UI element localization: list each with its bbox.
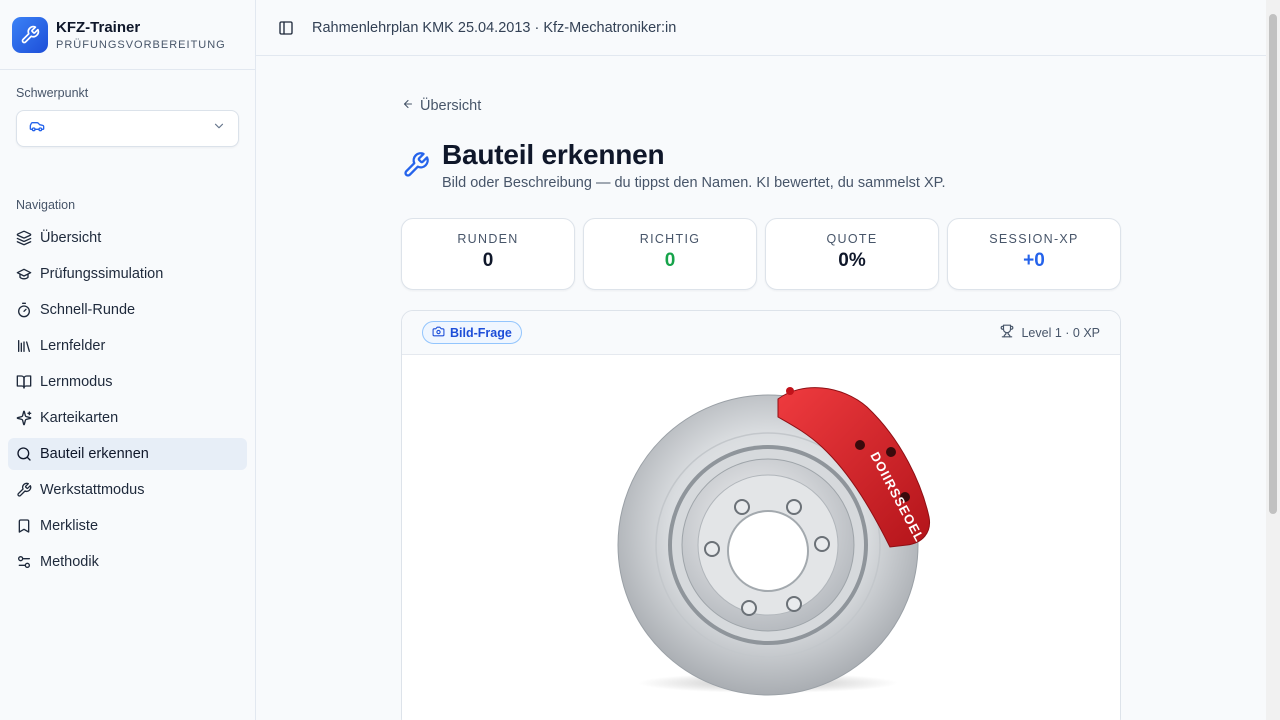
stat-quote: QUOTE 0% — [765, 218, 939, 290]
badge-label: Bild-Frage — [450, 325, 512, 340]
level-indicator: Level 1 · 0 XP — [1000, 324, 1100, 341]
focus-select[interactable] — [16, 110, 239, 147]
page-subtitle: Bild oder Beschreibung — du tippst den N… — [442, 175, 946, 191]
topbar: Rahmenlehrplan KMK 25.04.2013 · Kfz-Mech… — [256, 0, 1266, 56]
sidebar-item-label: Übersicht — [40, 230, 102, 246]
sidebar: KFZ-Trainer PRÜFUNGSVORBEREITUNG Schwerp… — [0, 0, 256, 720]
sidebar-item-label: Karteikarten — [40, 410, 119, 426]
sidebar-item-label: Methodik — [40, 554, 99, 570]
wrench-logo-icon — [12, 16, 48, 53]
scrollbar-thumb[interactable] — [1269, 14, 1277, 514]
stat-label: SESSION-XP — [989, 232, 1079, 246]
sidebar-item-label: Werkstattmodus — [40, 482, 145, 498]
stats-row: RUNDEN 0 RICHTIG 0 QUOTE 0% SESSION-XP +… — [401, 218, 1121, 290]
app-title: KFZ-Trainer — [56, 18, 141, 36]
sidebar-item-label: Schnell-Runde — [40, 302, 136, 318]
bookmark-icon — [16, 518, 32, 534]
focus-label: Schwerpunkt — [16, 86, 89, 100]
car-icon — [29, 118, 45, 139]
stat-label: RUNDEN — [457, 232, 519, 246]
sidebar-item-schnell-runde[interactable]: Schnell-Runde — [8, 294, 247, 326]
page-title: Bauteil erkennen — [442, 139, 665, 170]
breadcrumb: Rahmenlehrplan KMK 25.04.2013 · Kfz-Mech… — [312, 19, 677, 36]
sidebar-item-label: Merkliste — [40, 518, 99, 534]
search-icon — [16, 446, 32, 462]
layers-icon — [16, 230, 32, 246]
sidebar-item-label: Lernmodus — [40, 374, 113, 390]
sidebar-item-lernmodus[interactable]: Lernmodus — [8, 366, 247, 398]
main-content: Übersicht Bauteil erkennen Bild oder Bes… — [256, 56, 1266, 720]
sidebar-item-merkliste[interactable]: Merkliste — [8, 510, 247, 542]
stat-value: 0 — [482, 250, 494, 271]
camera-icon — [432, 325, 450, 341]
app-subtitle: PRÜFUNGSVORBEREITUNG — [56, 38, 226, 51]
sidebar-item-label: Bauteil erkennen — [40, 446, 149, 462]
question-card-header: Bild-Frage Level 1 · 0 XP — [402, 311, 1120, 355]
sidebar-item-label: Lernfelder — [40, 338, 106, 354]
stat-richtig: RICHTIG 0 — [583, 218, 757, 290]
sidebar-item-bauteil-erkennen[interactable]: Bauteil erkennen — [8, 438, 247, 470]
back-link-label: Übersicht — [420, 98, 482, 114]
sidebar-toggle-icon[interactable] — [278, 20, 294, 36]
brake-disc-image: DOIIRSSEOEL — [617, 387, 931, 696]
chevron-down-icon — [212, 119, 226, 138]
sidebar-item-pruefungssimulation[interactable]: Prüfungssimulation — [8, 258, 247, 290]
sidebar-item-label: Prüfungssimulation — [40, 266, 164, 282]
sidebar-nav: Übersicht Prüfungssimulation Schnell-Run… — [8, 222, 247, 582]
sidebar-item-karteikarten[interactable]: Karteikarten — [8, 402, 247, 434]
sidebar-item-uebersicht[interactable]: Übersicht — [8, 222, 247, 254]
question-type-badge: Bild-Frage — [422, 321, 522, 344]
sidebar-item-werkstattmodus[interactable]: Werkstattmodus — [8, 474, 247, 506]
book-open-icon — [16, 374, 32, 390]
question-card: Bild-Frage Level 1 · 0 XP DOIIRSSEOEL — [401, 310, 1121, 720]
stat-value: 0 — [664, 250, 676, 271]
graduation-cap-icon — [16, 266, 32, 282]
back-link[interactable]: Übersicht — [402, 98, 481, 114]
sidebar-item-lernfelder[interactable]: Lernfelder — [8, 330, 247, 362]
arrow-left-icon — [402, 98, 420, 114]
wrench-icon — [16, 482, 32, 498]
timer-icon — [16, 302, 32, 318]
stat-runden: RUNDEN 0 — [401, 218, 575, 290]
nav-label: Navigation — [16, 198, 76, 212]
stat-value: +0 — [1023, 250, 1045, 271]
brand: KFZ-Trainer PRÜFUNGSVORBEREITUNG — [0, 0, 255, 70]
stat-session-xp: SESSION-XP +0 — [947, 218, 1121, 290]
sidebar-item-methodik[interactable]: Methodik — [8, 546, 247, 578]
trophy-icon — [1000, 324, 1021, 341]
level-label: Level 1 · 0 XP — [1021, 325, 1100, 340]
sparkles-icon — [16, 410, 32, 426]
library-icon — [16, 338, 32, 354]
stat-value: 0% — [838, 250, 866, 271]
sliders-icon — [16, 554, 32, 570]
page-scrollbar[interactable] — [1266, 0, 1280, 720]
stat-label: RICHTIG — [639, 232, 701, 246]
wrench-icon — [402, 151, 430, 179]
stat-label: QUOTE — [826, 232, 878, 246]
question-image: DOIIRSSEOEL — [402, 355, 1120, 720]
page-header: Bauteil erkennen Bild oder Beschreibung … — [402, 139, 945, 191]
